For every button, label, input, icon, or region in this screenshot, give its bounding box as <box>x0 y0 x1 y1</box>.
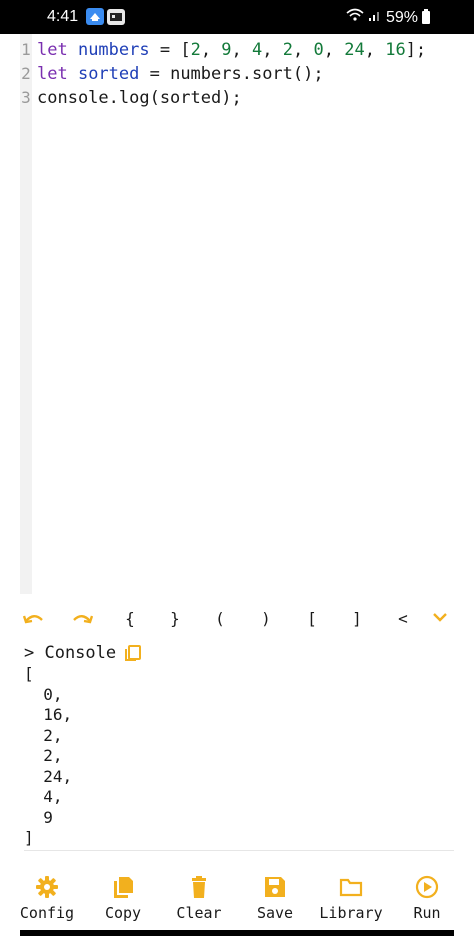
code-token: , <box>364 40 386 60</box>
code-token: 16 <box>385 40 406 60</box>
console-header: > Console <box>24 642 142 664</box>
line-number: 1 <box>21 40 31 59</box>
code-editor[interactable]: 1 let numbers = [2, 9, 4, 2, 0, 24, 16]; 2… <box>0 34 474 594</box>
code-token: let <box>37 64 78 84</box>
insert-brace-open-button[interactable]: { <box>118 605 142 633</box>
insert-bracket-open-button[interactable]: [ <box>300 605 324 633</box>
code-token: 24 <box>344 40 365 60</box>
status-bar: 4:41 59% <box>0 0 474 34</box>
status-time: 4:41 <box>47 8 79 25</box>
insert-brace-close-button[interactable]: } <box>163 605 187 633</box>
code-token: , <box>293 40 314 60</box>
copy-icon <box>88 874 158 900</box>
insert-paren-open-button[interactable]: ( <box>208 605 232 633</box>
insert-paren-close-button[interactable]: ) <box>254 605 278 633</box>
save-icon <box>240 874 310 900</box>
code-token: 2 <box>282 40 294 60</box>
app-notification-icon-2 <box>107 9 125 25</box>
config-button[interactable]: Config <box>12 874 82 926</box>
wifi-icon <box>346 8 364 27</box>
code-token: , <box>231 40 253 60</box>
code-token: ]; <box>405 40 427 60</box>
battery-percent: 59% <box>385 8 418 26</box>
library-label: Library <box>319 904 383 922</box>
code-text[interactable]: let numbers = [2, 9, 4, 2, 0, 24, 16]; <box>37 38 426 62</box>
chevron-down-icon[interactable] <box>428 605 452 633</box>
code-token: , <box>323 40 345 60</box>
symbol-toolbar: { } ( ) [ ] < <box>0 605 474 633</box>
line-number: 2 <box>21 64 31 83</box>
code-token: 4 <box>252 40 263 60</box>
code-token: 0 <box>313 40 324 60</box>
code-token: 2 <box>190 40 201 60</box>
copy-console-icon[interactable] <box>124 644 142 662</box>
code-token: sorted <box>77 64 140 84</box>
trash-icon <box>164 874 234 900</box>
code-token: = numbers.sort(); <box>139 64 324 84</box>
line-number-gutter <box>20 34 32 594</box>
redo-icon[interactable] <box>70 605 94 633</box>
code-token: let <box>37 40 78 60</box>
save-label: Save <box>256 904 294 922</box>
folder-icon <box>316 874 386 900</box>
code-token: = [ <box>149 40 191 60</box>
code-token: , <box>262 40 283 60</box>
run-label: Run <box>413 904 441 922</box>
undo-icon[interactable] <box>22 605 46 633</box>
status-indicators: 59% <box>346 8 430 27</box>
save-button[interactable]: Save <box>240 874 310 926</box>
copy-button[interactable]: Copy <box>88 874 158 926</box>
line-number: 3 <box>21 88 31 107</box>
console-output: [ 0, 16, 2, 2, 24, 4, 9 ] <box>24 664 73 847</box>
code-token: numbers <box>77 40 150 60</box>
app-notification-icon <box>86 8 104 25</box>
code-text[interactable]: console.log(sorted); <box>37 86 242 110</box>
console-panel: > Console [ 0, 16, 2, 2, 24, 4, 9 ] <box>0 640 474 850</box>
system-nav-bar <box>20 930 454 936</box>
signal-icon <box>368 8 382 27</box>
code-token: console.log(sorted); <box>37 88 242 108</box>
battery-icon <box>422 9 430 24</box>
divider <box>24 850 454 851</box>
insert-angle-open-button[interactable]: < <box>391 605 415 633</box>
run-button[interactable]: Run <box>392 874 462 926</box>
code-token: , <box>200 40 222 60</box>
library-button[interactable]: Library <box>316 874 386 926</box>
console-title: > Console <box>24 643 117 663</box>
code-token: 9 <box>221 40 232 60</box>
code-text[interactable]: let sorted = numbers.sort(); <box>37 62 324 86</box>
config-label: Config <box>19 904 75 922</box>
gear-icon <box>12 874 82 900</box>
clear-label: Clear <box>176 904 222 922</box>
play-icon <box>392 874 462 900</box>
copy-label: Copy <box>104 904 142 922</box>
bottom-toolbar: Config Copy Clear Save Library Run <box>0 866 474 926</box>
insert-bracket-close-button[interactable]: ] <box>345 605 369 633</box>
clear-button[interactable]: Clear <box>164 874 234 926</box>
